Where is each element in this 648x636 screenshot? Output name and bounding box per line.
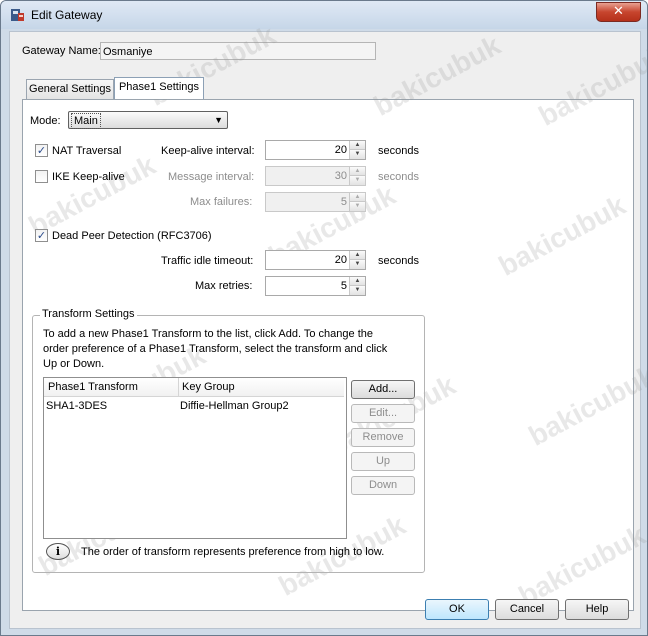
tab-general-settings[interactable]: General Settings (26, 79, 114, 99)
transform-description-line-2: order preference of a Phase1 Transform, … (43, 343, 388, 355)
spinner-arrows: ▲ ▼ (349, 167, 365, 185)
mode-label: Mode: (30, 115, 61, 127)
max-failures-spinner[interactable]: 5 ▲ ▼ (265, 192, 366, 212)
title-bar: Edit Gateway ✕ (1, 1, 647, 29)
transform-description-line-1: To add a new Phase1 Transform to the lis… (43, 328, 373, 340)
max-failures-label: Max failures: (190, 196, 253, 208)
traffic-idle-timeout-spinner[interactable]: 20 ▲ ▼ (265, 250, 366, 270)
keepalive-interval-value: 20 (334, 144, 347, 156)
max-retries-spinner[interactable]: 5 ▲ ▼ (265, 276, 366, 296)
spinner-down-icon[interactable]: ▼ (350, 202, 365, 211)
transform-list[interactable]: Phase1 Transform Key Group SHA1-3DES Dif… (43, 377, 347, 539)
row-transform: SHA1-3DES (46, 400, 108, 412)
spinner-arrows: ▲ ▼ (349, 251, 365, 269)
max-retries-value: 5 (340, 280, 347, 292)
spinner-up-icon[interactable]: ▲ (350, 277, 365, 286)
table-row[interactable]: SHA1-3DES Diffie-Hellman Group2 (44, 398, 344, 414)
ok-button[interactable]: OK (425, 599, 489, 620)
mode-select[interactable]: Main ▼ (68, 111, 228, 129)
spinner-down-icon[interactable]: ▼ (350, 260, 365, 269)
message-interval-label: Message interval: (168, 171, 255, 183)
transform-info-text: The order of transform represents prefer… (81, 546, 385, 558)
traffic-idle-timeout-unit: seconds (378, 255, 419, 267)
column-header-phase1-transform[interactable]: Phase1 Transform (48, 381, 138, 393)
message-interval-unit: seconds (378, 171, 419, 183)
mode-value: Main (71, 113, 101, 129)
keepalive-unit: seconds (378, 145, 419, 157)
traffic-idle-timeout-label: Traffic idle timeout: (161, 255, 254, 267)
transform-list-header: Phase1 Transform Key Group (44, 378, 344, 397)
column-divider[interactable] (178, 378, 179, 396)
watermark: bakicubuk (368, 29, 506, 122)
dpd-checkbox[interactable]: ✓ (35, 229, 48, 242)
spinner-up-icon[interactable]: ▲ (350, 167, 365, 176)
spinner-down-icon[interactable]: ▼ (350, 176, 365, 185)
nat-traversal-checkbox[interactable]: ✓ (35, 144, 48, 157)
dpd-label: Dead Peer Detection (RFC3706) (52, 230, 212, 242)
keepalive-interval-label: Keep-alive interval: (161, 145, 255, 157)
cancel-button[interactable]: Cancel (495, 599, 559, 620)
max-failures-value: 5 (340, 196, 347, 208)
help-button[interactable]: Help (565, 599, 629, 620)
spinner-up-icon[interactable]: ▲ (350, 251, 365, 260)
max-retries-label: Max retries: (195, 280, 253, 292)
edit-transform-button[interactable]: Edit... (351, 404, 415, 423)
message-interval-spinner[interactable]: 30 ▲ ▼ (265, 166, 366, 186)
transform-settings-title: Transform Settings (40, 308, 137, 320)
remove-transform-button[interactable]: Remove (351, 428, 415, 447)
message-interval-value: 30 (334, 170, 347, 182)
spinner-down-icon[interactable]: ▼ (350, 286, 365, 295)
gateway-name-label: Gateway Name: (22, 45, 101, 57)
window-title: Edit Gateway (31, 8, 103, 22)
dialog-body: Gateway Name: Osmaniye General Settings … (9, 19, 647, 629)
add-transform-button[interactable]: Add... (351, 380, 415, 399)
close-button[interactable]: ✕ (596, 2, 641, 22)
spinner-arrows: ▲ ▼ (349, 193, 365, 211)
ike-keepalive-checkbox[interactable] (35, 170, 48, 183)
spinner-up-icon[interactable]: ▲ (350, 141, 365, 150)
watermark: bakicubuk (493, 189, 631, 282)
transform-description-line-3: Up or Down. (43, 358, 105, 370)
nat-traversal-label: NAT Traversal (52, 145, 122, 157)
watermark: bakicubuk (523, 359, 648, 452)
up-transform-button[interactable]: Up (351, 452, 415, 471)
edit-gateway-window: Edit Gateway ✕ Gateway Name: Osmaniye Ge… (0, 0, 648, 636)
info-icon: i (46, 543, 70, 560)
app-icon (11, 9, 24, 21)
keepalive-interval-spinner[interactable]: 20 ▲ ▼ (265, 140, 366, 160)
row-key-group: Diffie-Hellman Group2 (180, 400, 289, 412)
spinner-down-icon[interactable]: ▼ (350, 150, 365, 159)
spinner-arrows: ▲ ▼ (349, 277, 365, 295)
ike-keepalive-label: IKE Keep-alive (52, 171, 125, 183)
down-transform-button[interactable]: Down (351, 476, 415, 495)
tab-phase1-settings[interactable]: Phase1 Settings (114, 77, 204, 99)
watermark: bakicubuk (533, 39, 648, 132)
column-header-key-group[interactable]: Key Group (182, 381, 235, 393)
gateway-name-field[interactable]: Osmaniye (100, 42, 376, 60)
traffic-idle-timeout-value: 20 (334, 254, 347, 266)
chevron-down-icon: ▼ (214, 115, 223, 125)
spinner-arrows: ▲ ▼ (349, 141, 365, 159)
close-icon: ✕ (613, 4, 624, 19)
spinner-up-icon[interactable]: ▲ (350, 193, 365, 202)
